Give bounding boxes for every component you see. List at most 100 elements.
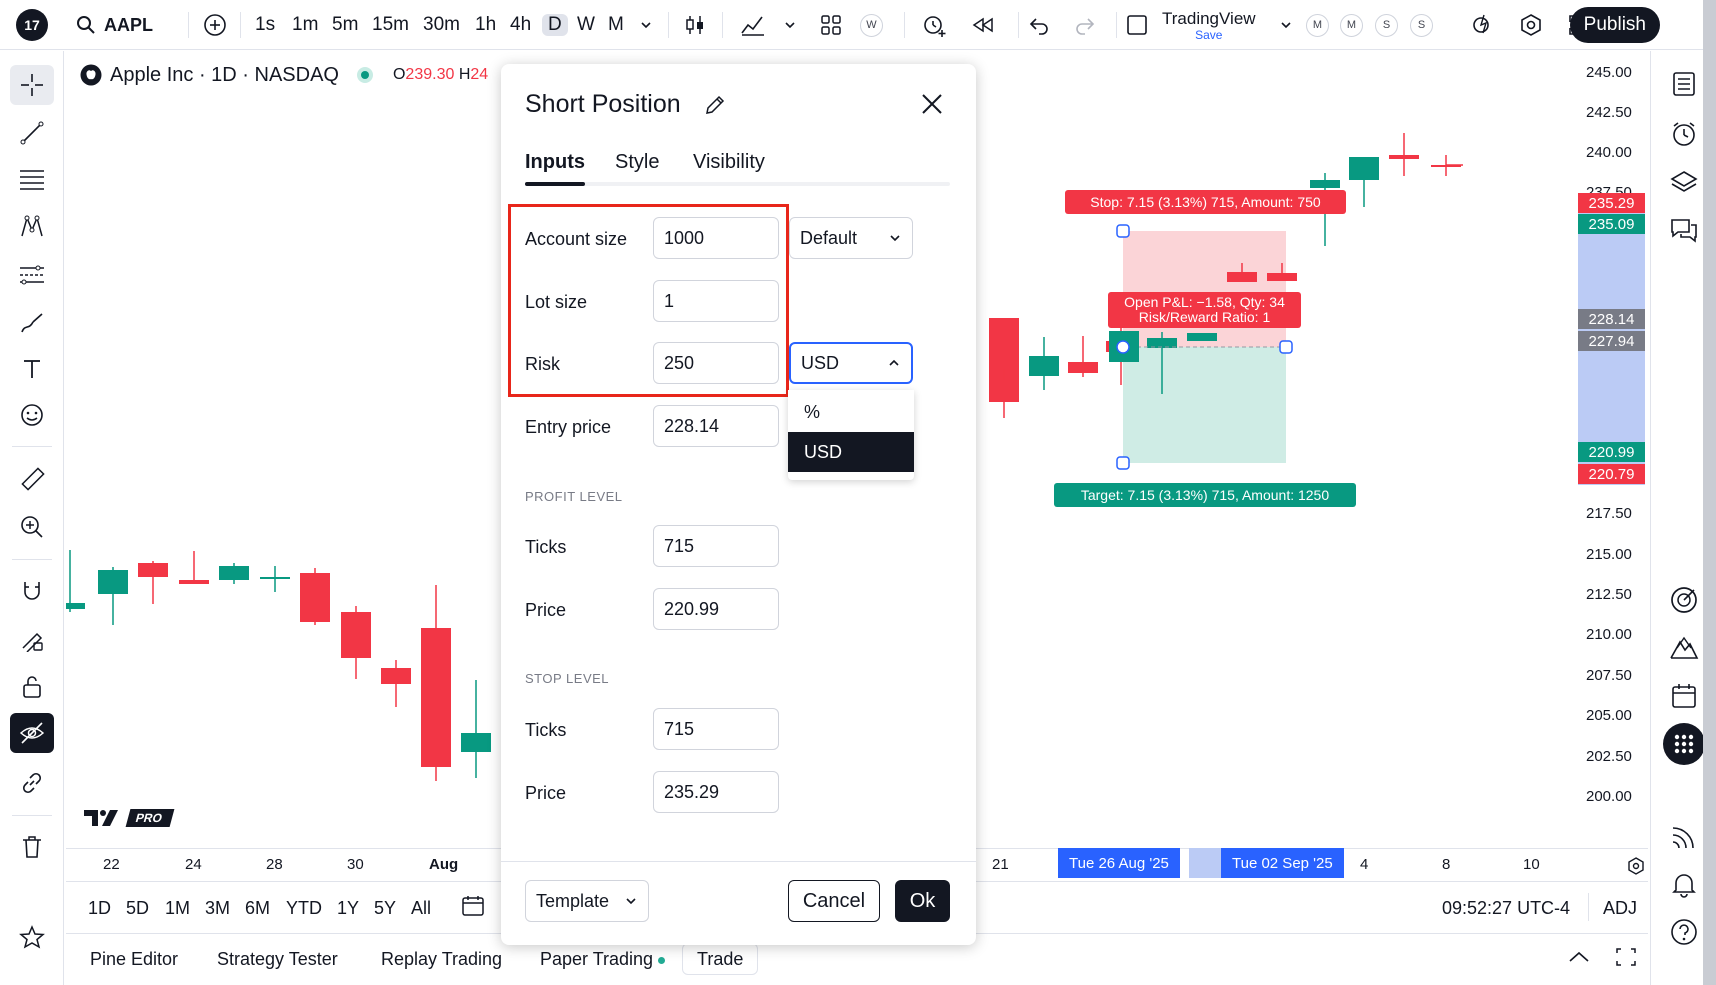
chevron-down-icon[interactable]: [780, 8, 800, 42]
replay-icon[interactable]: [968, 8, 998, 42]
badge-s-1[interactable]: S: [1375, 8, 1398, 42]
watchlist-icon[interactable]: [1665, 65, 1703, 103]
badge-s-2[interactable]: S: [1410, 8, 1433, 42]
tradingview-logo-icon[interactable]: 17: [14, 8, 50, 42]
interval-1h[interactable]: 1h: [472, 8, 499, 42]
interval-4h[interactable]: 4h: [507, 8, 534, 42]
adjust-toggle[interactable]: ADJ: [1603, 898, 1637, 919]
time-axis-settings-icon[interactable]: [1626, 856, 1646, 876]
badge-m-2[interactable]: M: [1340, 8, 1363, 42]
alert-add-icon[interactable]: [918, 8, 950, 42]
forecast-icon[interactable]: [10, 255, 54, 295]
goto-date-icon[interactable]: [460, 894, 486, 918]
chevron-up-icon[interactable]: [1567, 949, 1591, 965]
trend-line-icon[interactable]: [10, 113, 54, 153]
brush-icon[interactable]: [10, 303, 54, 343]
layout-name-button[interactable]: TradingView Save: [1162, 8, 1256, 42]
tab-paper-trading[interactable]: Paper Trading: [540, 949, 666, 970]
crosshair-icon[interactable]: [10, 65, 54, 105]
tab-trade[interactable]: Trade: [682, 943, 759, 975]
range-1y[interactable]: 1Y: [337, 898, 359, 919]
help-icon[interactable]: [1665, 913, 1703, 951]
layers-icon[interactable]: [1665, 163, 1703, 201]
risk-unit-select[interactable]: USD: [789, 342, 913, 384]
alarm-clock-icon[interactable]: [1665, 115, 1703, 153]
interval-d[interactable]: D: [542, 8, 568, 42]
star-icon[interactable]: [10, 917, 54, 957]
account-mode-select[interactable]: Default: [789, 217, 913, 259]
tab-inputs[interactable]: Inputs: [525, 151, 585, 174]
close-icon[interactable]: [920, 92, 944, 116]
trash-icon[interactable]: [10, 827, 54, 867]
profit-ticks-input[interactable]: 715: [653, 525, 779, 567]
layout-square-icon[interactable]: [1122, 8, 1152, 42]
link-icon[interactable]: [10, 763, 54, 803]
layout-grid-icon[interactable]: [816, 8, 846, 42]
range-1m[interactable]: 1M: [165, 898, 190, 919]
template-select[interactable]: Template: [525, 880, 649, 922]
profit-price-input[interactable]: 220.99: [653, 588, 779, 630]
maximize-panel-icon[interactable]: [1614, 946, 1638, 968]
interval-5m[interactable]: 5m: [329, 8, 361, 42]
ok-button[interactable]: Ok: [895, 880, 950, 922]
undo-icon[interactable]: [1024, 8, 1054, 42]
range-3m[interactable]: 3M: [205, 898, 230, 919]
calendar-icon[interactable]: [1665, 677, 1703, 715]
chat-icon[interactable]: [1665, 211, 1703, 249]
symbol-search-button[interactable]: AAPL: [76, 8, 153, 42]
interval-15m[interactable]: 15m: [369, 8, 412, 42]
text-icon[interactable]: [10, 349, 54, 389]
range-5y[interactable]: 5Y: [374, 898, 396, 919]
fib-lines-icon[interactable]: [10, 159, 54, 199]
range-all[interactable]: All: [411, 898, 431, 919]
range-6m[interactable]: 6M: [245, 898, 270, 919]
tab-strategy-tester[interactable]: Strategy Tester: [217, 949, 338, 970]
lock-drawings-icon[interactable]: [10, 619, 54, 659]
interval-1m[interactable]: 1m: [289, 8, 321, 42]
chevron-down-icon[interactable]: [1276, 8, 1296, 42]
compare-add-icon[interactable]: [200, 8, 230, 42]
interval-w[interactable]: W: [574, 8, 598, 42]
stop-ticks-input[interactable]: 715: [653, 708, 779, 750]
clock-readout[interactable]: 09:52:27 UTC-4: [1442, 898, 1570, 919]
range-1d[interactable]: 1D: [88, 898, 111, 919]
risk-unit-option-usd[interactable]: USD: [788, 432, 914, 472]
badge-m-1[interactable]: M: [1306, 8, 1329, 42]
ideas-icon[interactable]: [1665, 629, 1703, 667]
range-5d[interactable]: 5D: [126, 898, 149, 919]
interval-30m[interactable]: 30m: [420, 8, 463, 42]
tab-replay-trading[interactable]: Replay Trading: [381, 949, 502, 970]
quick-search-icon[interactable]: [1468, 8, 1498, 42]
entry-price-input[interactable]: 228.14: [653, 405, 779, 447]
settings-icon[interactable]: [1516, 8, 1546, 42]
risk-unit-option-percent[interactable]: %: [788, 392, 914, 432]
interval-1s[interactable]: 1s: [252, 8, 278, 42]
market-status-icon[interactable]: [356, 67, 373, 83]
tab-pine-editor[interactable]: Pine Editor: [90, 949, 178, 970]
signal-icon[interactable]: [1665, 817, 1703, 855]
emoji-icon[interactable]: [10, 395, 54, 435]
interval-m[interactable]: M: [605, 8, 627, 42]
unlock-icon[interactable]: [10, 667, 54, 707]
tab-style[interactable]: Style: [615, 151, 659, 174]
tab-visibility[interactable]: Visibility: [693, 151, 765, 174]
cancel-button[interactable]: Cancel: [788, 880, 880, 922]
bell-icon[interactable]: [1665, 865, 1703, 903]
range-ytd[interactable]: YTD: [286, 898, 322, 919]
badge-w[interactable]: W: [860, 8, 883, 42]
hide-drawings-icon[interactable]: [10, 713, 54, 753]
publish-button[interactable]: Publish: [1569, 7, 1660, 43]
apps-grid-icon[interactable]: [1663, 723, 1705, 765]
indicators-icon[interactable]: [738, 8, 768, 42]
ruler-icon[interactable]: [10, 459, 54, 499]
zoom-in-icon[interactable]: [10, 507, 54, 547]
edit-pencil-icon[interactable]: [704, 94, 726, 116]
stop-price-input[interactable]: 235.29: [653, 771, 779, 813]
chevron-down-icon[interactable]: [636, 8, 656, 42]
chart-title[interactable]: Apple Inc · 1D · NASDAQ: [110, 64, 339, 87]
candles-icon[interactable]: [680, 8, 710, 42]
redo-icon[interactable]: [1070, 8, 1100, 42]
pattern-icon[interactable]: [10, 207, 54, 247]
target-icon[interactable]: [1665, 581, 1703, 619]
magnet-icon[interactable]: [10, 571, 54, 611]
